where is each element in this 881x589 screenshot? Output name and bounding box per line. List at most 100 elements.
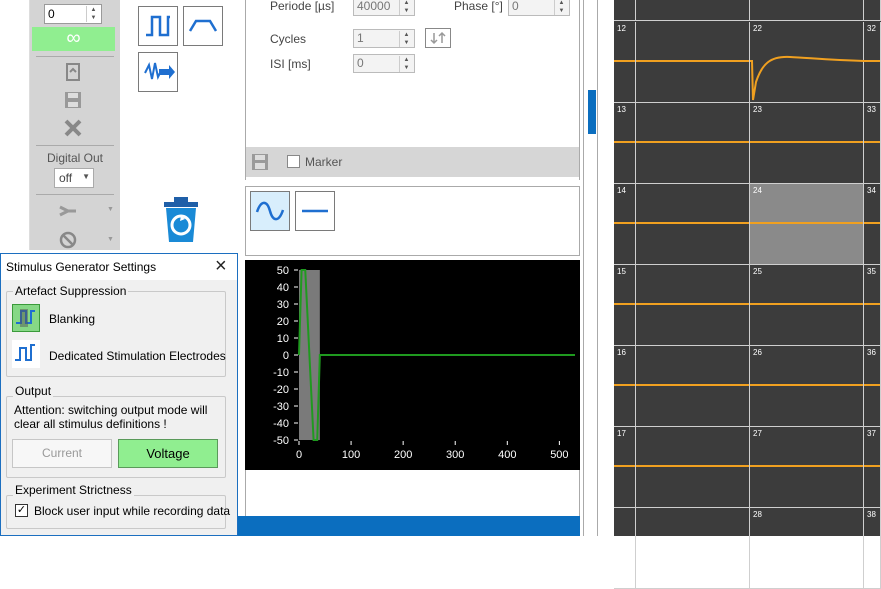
electrode-cell[interactable]: 34 xyxy=(864,184,881,265)
y-tick-label: -50 xyxy=(273,435,289,447)
current-button[interactable]: Current xyxy=(12,439,112,468)
spinner-arrows[interactable]: ▲ ▼ xyxy=(399,0,413,15)
electrode-cell[interactable]: 14 xyxy=(614,184,636,265)
electrode-cell[interactable]: 36 xyxy=(864,346,881,427)
sort-button[interactable] xyxy=(425,28,451,48)
output-attention-text: Attention: switching output mode will cl… xyxy=(14,403,208,431)
isi-field[interactable]: 0 ▲ ▼ xyxy=(353,54,415,73)
square-pulse-button[interactable] xyxy=(138,6,178,46)
electrode-cell[interactable] xyxy=(614,508,636,589)
voltage-button[interactable]: Voltage xyxy=(118,439,218,468)
electrode-number: 24 xyxy=(753,186,762,195)
import-waveform-button[interactable] xyxy=(138,52,178,92)
electrode-trace xyxy=(750,222,863,224)
electrode-number: 27 xyxy=(753,429,762,438)
electrode-cell[interactable]: 35 xyxy=(864,265,881,346)
electrode-cell[interactable]: 26 xyxy=(750,346,864,427)
spinner-arrows[interactable]: ▲ ▼ xyxy=(554,0,568,15)
stimulus-parameter-panel: Periode [µs] 40000 ▲ ▼ Phase [°] 0 ▲ ▼ Cyc… xyxy=(245,0,580,180)
electrode-cell[interactable]: 23 xyxy=(750,103,864,184)
bottom-blue-bar xyxy=(238,516,580,536)
route-icon[interactable] xyxy=(58,201,78,221)
electrode-cell[interactable]: 15 xyxy=(614,265,636,346)
phase-field[interactable]: 0 ▲ ▼ xyxy=(508,0,570,16)
electrode-cell[interactable] xyxy=(636,103,750,184)
save-icon[interactable] xyxy=(63,90,83,110)
electrode-cell[interactable]: 28 xyxy=(750,508,864,589)
electrode-number: 26 xyxy=(753,348,762,357)
electrode-number: 12 xyxy=(617,24,626,33)
blanking-button[interactable] xyxy=(12,304,40,332)
electrode-cell[interactable] xyxy=(636,184,750,265)
x-tick-label: 500 xyxy=(550,449,568,461)
electrode-cell[interactable]: 27 xyxy=(750,427,864,508)
chevron-down-icon[interactable]: ▼ xyxy=(107,236,114,243)
toolbar-divider xyxy=(36,194,114,195)
electrode-cell[interactable]: 13 xyxy=(614,103,636,184)
dedicated-electrodes-button[interactable] xyxy=(12,340,40,368)
square-pulse-icon xyxy=(15,344,35,361)
disable-icon[interactable] xyxy=(58,230,78,250)
digital-out-select[interactable]: off ▼ xyxy=(54,168,94,188)
electrode-number: 35 xyxy=(867,267,876,276)
phase-value: 0 xyxy=(512,0,519,13)
electrode-cell[interactable]: 24 xyxy=(750,184,864,265)
chevron-down-icon[interactable]: ▼ xyxy=(107,206,114,213)
sine-wave-icon xyxy=(255,201,285,221)
current-label: Current xyxy=(41,446,82,460)
periode-field[interactable]: 40000 ▲ ▼ xyxy=(353,0,415,16)
electrode-cell[interactable] xyxy=(614,0,636,21)
cycles-value: 1 xyxy=(357,31,364,45)
electrode-number: 34 xyxy=(867,186,876,195)
electrode-cell[interactable]: 33 xyxy=(864,103,881,184)
flat-line-button[interactable] xyxy=(295,191,335,231)
cycles-field[interactable]: 1 ▲ ▼ xyxy=(353,29,415,48)
blanking-icon xyxy=(16,309,35,327)
electrode-cell[interactable]: 16 xyxy=(614,346,636,427)
artifact-trace xyxy=(750,55,864,101)
recycle-bin-icon[interactable] xyxy=(160,196,202,244)
reload-file-icon[interactable] xyxy=(63,62,83,82)
trapezoid-pulse-button[interactable] xyxy=(183,6,223,46)
electrode-cell[interactable]: 38 xyxy=(864,508,881,589)
electrode-cell[interactable] xyxy=(750,0,864,21)
electrode-cell[interactable] xyxy=(636,265,750,346)
delete-icon[interactable] xyxy=(63,118,83,138)
spinner-arrows[interactable]: ▲ ▼ xyxy=(399,31,413,47)
electrode-cell[interactable]: 32 xyxy=(864,22,881,103)
electrode-cell[interactable]: 17 xyxy=(614,427,636,508)
spinner-arrows[interactable]: ▲ ▼ xyxy=(86,6,100,22)
electrode-number: 38 xyxy=(867,510,876,519)
spinner-arrows[interactable]: ▲ ▼ xyxy=(399,56,413,72)
close-icon[interactable]: × xyxy=(215,255,227,278)
electrode-cell[interactable]: 37 xyxy=(864,427,881,508)
infinite-repeat-button[interactable]: ∞ xyxy=(32,27,115,51)
y-tick-label: -30 xyxy=(273,401,289,413)
electrode-number: 15 xyxy=(617,267,626,276)
electrode-trace xyxy=(864,60,880,62)
digital-out-value: off xyxy=(59,171,73,185)
block-input-label: Block user input while recording data xyxy=(34,504,231,518)
repeat-count-spinner[interactable]: 0 ▲ ▼ xyxy=(44,4,102,24)
cycles-label: Cycles xyxy=(270,32,307,46)
electrode-cell[interactable] xyxy=(864,0,881,21)
electrode-cell[interactable]: 22 xyxy=(750,22,864,103)
output-title: Output xyxy=(13,384,54,398)
electrode-cell[interactable] xyxy=(636,346,750,427)
y-tick-label: 0 xyxy=(283,350,289,362)
sine-wave-button[interactable] xyxy=(250,191,290,231)
save-icon[interactable] xyxy=(251,153,269,171)
electrode-cell[interactable] xyxy=(636,22,750,103)
electrode-cell[interactable]: 25 xyxy=(750,265,864,346)
y-tick-label: 40 xyxy=(277,282,289,294)
block-input-checkbox[interactable]: ✓ xyxy=(15,504,28,517)
electrode-trace xyxy=(614,384,635,386)
electrode-cell[interactable] xyxy=(636,427,750,508)
electrode-cell[interactable] xyxy=(636,508,750,589)
stimulus-chart-svg: 50403020100-10-20-30-40-500 100 200 300 400 5… xyxy=(273,265,575,461)
isi-label: ISI [ms] xyxy=(270,57,311,71)
electrode-cell[interactable] xyxy=(636,0,750,21)
electrode-cell[interactable]: 12 xyxy=(614,22,636,103)
marker-checkbox[interactable] xyxy=(287,155,300,168)
electrode-trace xyxy=(750,303,863,305)
